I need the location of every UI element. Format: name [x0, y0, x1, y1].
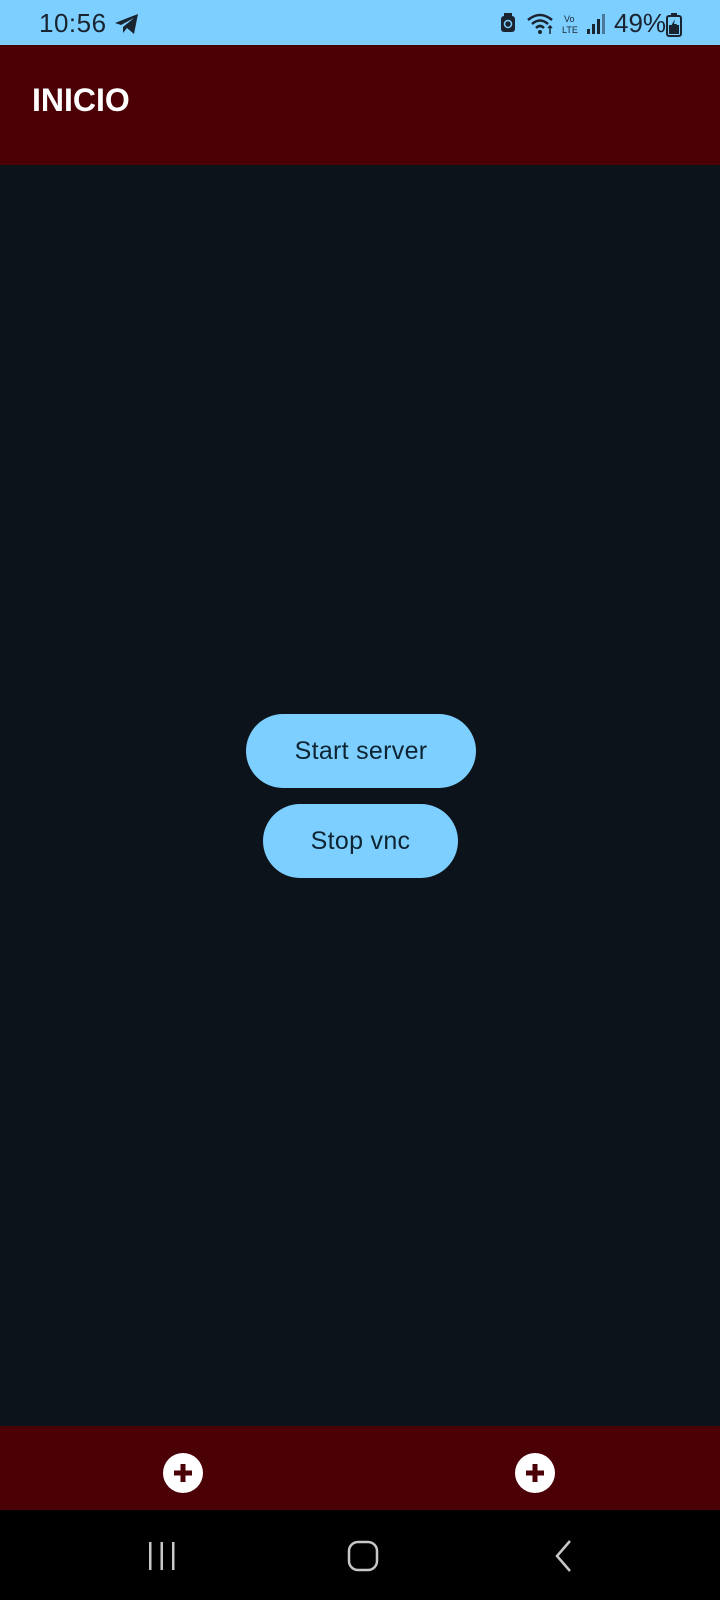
- battery-icon: [666, 13, 682, 37]
- app-bar: INICIO: [0, 45, 720, 165]
- add-button-right[interactable]: [515, 1453, 555, 1493]
- back-icon: [555, 1540, 571, 1572]
- status-bar: 10:56 Vo LTE 49%: [0, 0, 720, 45]
- start-server-button[interactable]: Start server: [246, 714, 476, 788]
- add-icon: [174, 1464, 192, 1482]
- signal-icon: [587, 14, 605, 34]
- battery-percent: 49%: [614, 8, 667, 38]
- wifi-icon: [527, 13, 553, 34]
- recents-button[interactable]: [137, 1534, 187, 1578]
- page-title: INICIO: [32, 82, 130, 118]
- volte-icon: Vo LTE: [562, 14, 578, 35]
- stop-vnc-button[interactable]: Stop vnc: [263, 804, 458, 878]
- status-time: 10:56: [39, 8, 107, 38]
- recents-icon: [149, 1542, 175, 1570]
- add-button-left[interactable]: [163, 1453, 203, 1493]
- alarm-icon: [501, 13, 515, 32]
- svg-text:Vo: Vo: [564, 14, 575, 24]
- navigation-bar: [0, 1510, 720, 1600]
- svg-text:LTE: LTE: [562, 25, 578, 35]
- home-button[interactable]: [338, 1534, 388, 1578]
- add-icon: [526, 1464, 544, 1482]
- bottom-bar: [0, 1426, 720, 1510]
- home-icon: [347, 1540, 379, 1572]
- telegram-icon: [115, 14, 138, 34]
- app-screen: 10:56 Vo LTE 49% INICIO Start server Sto…: [0, 0, 720, 1600]
- back-button[interactable]: [540, 1534, 590, 1578]
